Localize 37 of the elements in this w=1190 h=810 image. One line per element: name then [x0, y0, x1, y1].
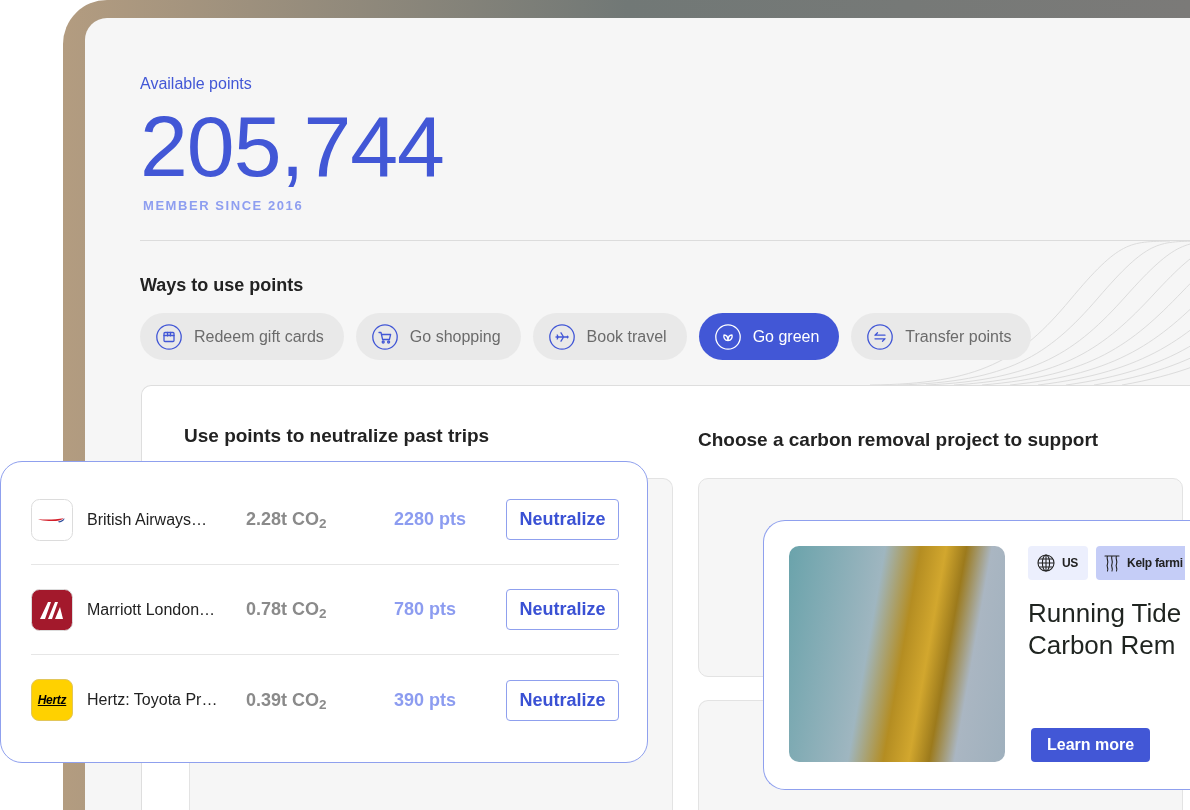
emissions-text: 0.39t CO$_{2}$ [246, 689, 327, 710]
airplane-icon [548, 323, 575, 350]
swoosh-logo-icon [31, 498, 73, 541]
gift-card-icon [156, 323, 182, 350]
section-heading: Use points to neutralize past trips [184, 424, 490, 448]
option-tab[interactable]: Go green [698, 313, 840, 360]
cart-icon [371, 323, 398, 350]
wavy-lines-icon [1103, 554, 1122, 572]
option-tab[interactable]: Redeem gift cards [140, 313, 344, 360]
neutralize-button[interactable]: Neutralize [506, 679, 619, 721]
project-title: Running Tide Carbon Rem [1028, 597, 1183, 661]
section-heading: Choose a carbon removal project to support [698, 428, 1099, 452]
swap-arrows-icon [867, 323, 894, 350]
learn-more-button[interactable]: Learn more [1031, 728, 1151, 762]
points-cost: 780 pts [394, 599, 457, 619]
sprout-icon [714, 323, 741, 350]
neutralize-button[interactable]: Neutralize [506, 589, 619, 630]
category-tag: Kelp farmi [1096, 546, 1185, 580]
points-balance: 205,744 [140, 103, 444, 189]
emissions-text: 2.28t CO$_{2}$ [246, 509, 327, 529]
option-tab[interactable]: Book travel [532, 313, 687, 360]
wordmark-logo: Hertz [31, 679, 73, 721]
option-tab[interactable]: Transfer points [851, 313, 1032, 360]
emissions-text: 0.78t CO$_{2}$ [246, 599, 327, 619]
trip-name: British Airways… [87, 510, 208, 528]
trip-name: Marriott London… [87, 600, 216, 618]
option-tab[interactable]: Go shopping [355, 313, 521, 360]
member-since-text: MEMBER SINCE 2016 [143, 198, 304, 214]
points-cost: 2280 pts [394, 509, 467, 529]
trip-name: Hertz: Toyota Pr… [87, 691, 218, 708]
points-label: Available points [140, 74, 252, 94]
monogram-logo-icon [31, 588, 73, 631]
neutralize-button[interactable]: Neutralize [506, 499, 619, 540]
section-heading: Ways to use points [140, 274, 304, 297]
location-tag: US [1028, 546, 1089, 580]
globe-icon [1037, 554, 1055, 572]
points-cost: 390 pts [394, 689, 457, 710]
